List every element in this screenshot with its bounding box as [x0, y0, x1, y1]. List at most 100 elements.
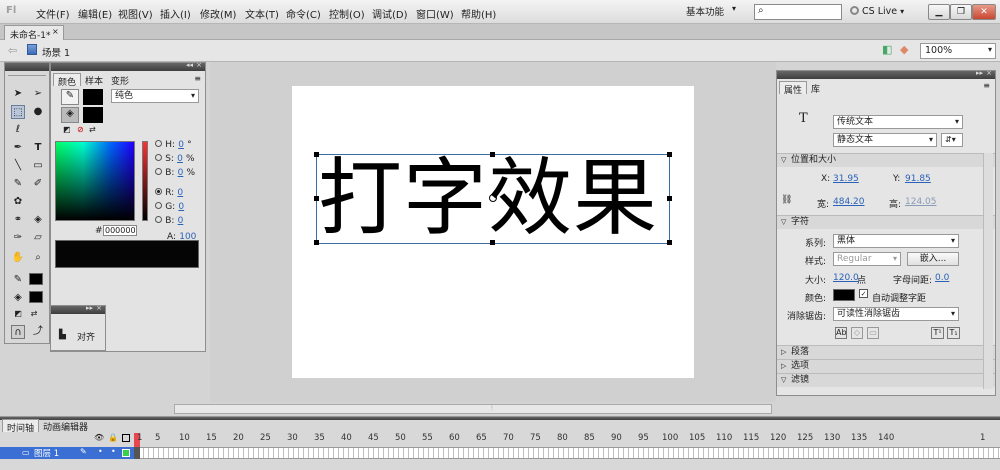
- x-value[interactable]: 31.95: [833, 174, 859, 184]
- radio-r[interactable]: [155, 188, 162, 195]
- black-white-icon[interactable]: ◩: [63, 125, 71, 134]
- color-panel-header[interactable]: ◂◂ ×: [51, 61, 205, 71]
- superscript-icon[interactable]: T¹: [931, 327, 944, 339]
- tools-panel-header[interactable]: [5, 63, 49, 71]
- render-html-icon[interactable]: ◇: [851, 327, 863, 339]
- cs-live-button[interactable]: CS Live ▾: [850, 6, 904, 17]
- section-paragraph[interactable]: ▷ 段落: [777, 345, 995, 359]
- stroke-color-icon[interactable]: ✎: [61, 89, 79, 105]
- tab-transform[interactable]: 变形: [107, 73, 133, 87]
- pen-tool-icon[interactable]: ✒: [11, 141, 25, 155]
- timeline-panel-header[interactable]: [0, 417, 1000, 420]
- expand-icon[interactable]: ▸▸: [86, 304, 93, 312]
- menu-file[interactable]: 文件(F): [36, 6, 70, 21]
- radio-g[interactable]: [155, 202, 162, 209]
- tab-swatches[interactable]: 样本: [81, 73, 107, 87]
- layer-outline-swatch[interactable]: [122, 449, 130, 457]
- embed-button[interactable]: 嵌入...: [907, 252, 959, 266]
- lock-aspect-icon[interactable]: ⛓: [781, 195, 792, 205]
- letter-spacing-value[interactable]: 0.0: [935, 273, 949, 283]
- fill-type-select[interactable]: 纯色 ▾: [111, 89, 199, 103]
- radio-b[interactable]: [155, 168, 162, 175]
- section-filters[interactable]: ▽ 滤镜: [777, 373, 995, 387]
- zoom-tool-icon[interactable]: ⌕: [31, 251, 45, 265]
- text-tool-icon[interactable]: T: [31, 141, 45, 155]
- y-value[interactable]: 91.85: [905, 174, 931, 184]
- keyframe[interactable]: [134, 447, 140, 459]
- fill-color-icon[interactable]: ◈: [11, 291, 25, 305]
- tab-motion-editor[interactable]: 动画编辑器: [39, 419, 92, 433]
- show-border-icon[interactable]: ▭: [867, 327, 879, 339]
- layer-lock-dot[interactable]: •: [111, 447, 116, 456]
- radio-blue[interactable]: [155, 216, 162, 223]
- 3d-rotation-tool-icon[interactable]: ●: [31, 105, 45, 119]
- layer-row[interactable]: ▭ 图层 1 ✎ • •: [0, 447, 134, 459]
- r-value[interactable]: 0: [177, 188, 183, 198]
- minimize-button[interactable]: ▁: [928, 4, 950, 20]
- text-type-select[interactable]: 静态文本 ▾: [833, 133, 937, 147]
- close-button[interactable]: ✕: [972, 4, 996, 20]
- brush-tool-icon[interactable]: ✐: [31, 177, 45, 191]
- menu-modify[interactable]: 修改(M): [200, 6, 236, 21]
- radio-h[interactable]: [155, 140, 162, 147]
- subscript-icon[interactable]: T₁: [947, 327, 960, 339]
- text-engine-select[interactable]: 传统文本 ▾: [833, 115, 963, 129]
- align-icon[interactable]: ▙: [59, 330, 66, 340]
- menu-view[interactable]: 视图(V): [118, 6, 153, 21]
- close-icon[interactable]: ×: [52, 27, 59, 36]
- align-label[interactable]: 对齐: [77, 330, 95, 343]
- color-spectrum-picker[interactable]: [55, 141, 135, 221]
- anti-alias-select[interactable]: 可读性消除锯齿 ▾: [833, 307, 959, 321]
- no-color-icon[interactable]: ⊘: [77, 125, 84, 134]
- menu-control[interactable]: 控制(O): [329, 6, 365, 21]
- g-value[interactable]: 0: [178, 202, 184, 212]
- workspace-switcher[interactable]: 基本功能 ▾: [686, 4, 744, 20]
- fill-swatch[interactable]: [83, 107, 103, 123]
- properties-scrollbar[interactable]: [983, 153, 993, 389]
- document-tab[interactable]: 未命名-1* ×: [4, 25, 64, 41]
- align-panel-header[interactable]: ▸▸ ×: [51, 304, 105, 314]
- section-position-size[interactable]: ▽ 位置和大小: [777, 153, 995, 167]
- paint-bucket-tool-icon[interactable]: ◈: [31, 213, 45, 227]
- zoom-select[interactable]: 100% ▾: [920, 43, 996, 59]
- tab-timeline[interactable]: 时间轴: [2, 419, 40, 434]
- stage-horizontal-scrollbar[interactable]: ⦙: [174, 403, 772, 414]
- stroke-swatch[interactable]: [83, 89, 103, 105]
- lasso-tool-icon[interactable]: ℓ: [11, 123, 25, 137]
- close-icon[interactable]: ×: [196, 61, 202, 69]
- h-value[interactable]: 0: [178, 140, 184, 150]
- restore-button[interactable]: ❐: [950, 4, 972, 20]
- snap-to-objects-icon[interactable]: ∩: [11, 325, 25, 339]
- edit-scene-icon[interactable]: ◆: [900, 43, 908, 56]
- tool-options-icon[interactable]: ⤴: [31, 325, 45, 339]
- frame-track[interactable]: [134, 447, 1000, 459]
- lock-layers-icon[interactable]: 🔒: [108, 433, 118, 442]
- menu-debug[interactable]: 调试(D): [372, 6, 408, 21]
- line-tool-icon[interactable]: ╲: [11, 159, 25, 173]
- rectangle-tool-icon[interactable]: ▭: [31, 159, 45, 173]
- menu-help[interactable]: 帮助(H): [461, 6, 496, 21]
- subselection-tool-icon[interactable]: ➢: [31, 87, 45, 101]
- selection-tool-icon[interactable]: ➤: [11, 87, 25, 101]
- hand-tool-icon[interactable]: ✋: [11, 251, 25, 265]
- eyedropper-tool-icon[interactable]: ✑: [11, 231, 25, 245]
- fill-color-icon[interactable]: ◈: [61, 107, 79, 123]
- collapse-icon[interactable]: ▸▸: [976, 69, 983, 77]
- selectable-icon[interactable]: Ab: [835, 327, 847, 339]
- menu-window[interactable]: 窗口(W): [416, 6, 454, 21]
- menu-text[interactable]: 文本(T): [245, 6, 279, 21]
- edit-symbols-icon[interactable]: ◧: [882, 43, 892, 56]
- stage-text[interactable]: 打字效果: [318, 150, 672, 246]
- b-value[interactable]: 0: [178, 168, 184, 178]
- bone-tool-icon[interactable]: ⚭: [11, 213, 25, 227]
- section-character[interactable]: ▽ 字符: [777, 215, 995, 229]
- w-value[interactable]: 484.20: [833, 197, 865, 207]
- size-value[interactable]: 120.0: [833, 273, 859, 283]
- properties-panel-header[interactable]: ▸▸ ×: [777, 69, 995, 79]
- pencil-tool-icon[interactable]: ✎: [11, 177, 25, 191]
- menu-commands[interactable]: 命令(C): [286, 6, 321, 21]
- radio-s[interactable]: [155, 154, 162, 161]
- section-options[interactable]: ▷ 选项: [777, 359, 995, 373]
- close-icon[interactable]: ×: [986, 69, 992, 77]
- search-input[interactable]: ⌕: [754, 4, 842, 20]
